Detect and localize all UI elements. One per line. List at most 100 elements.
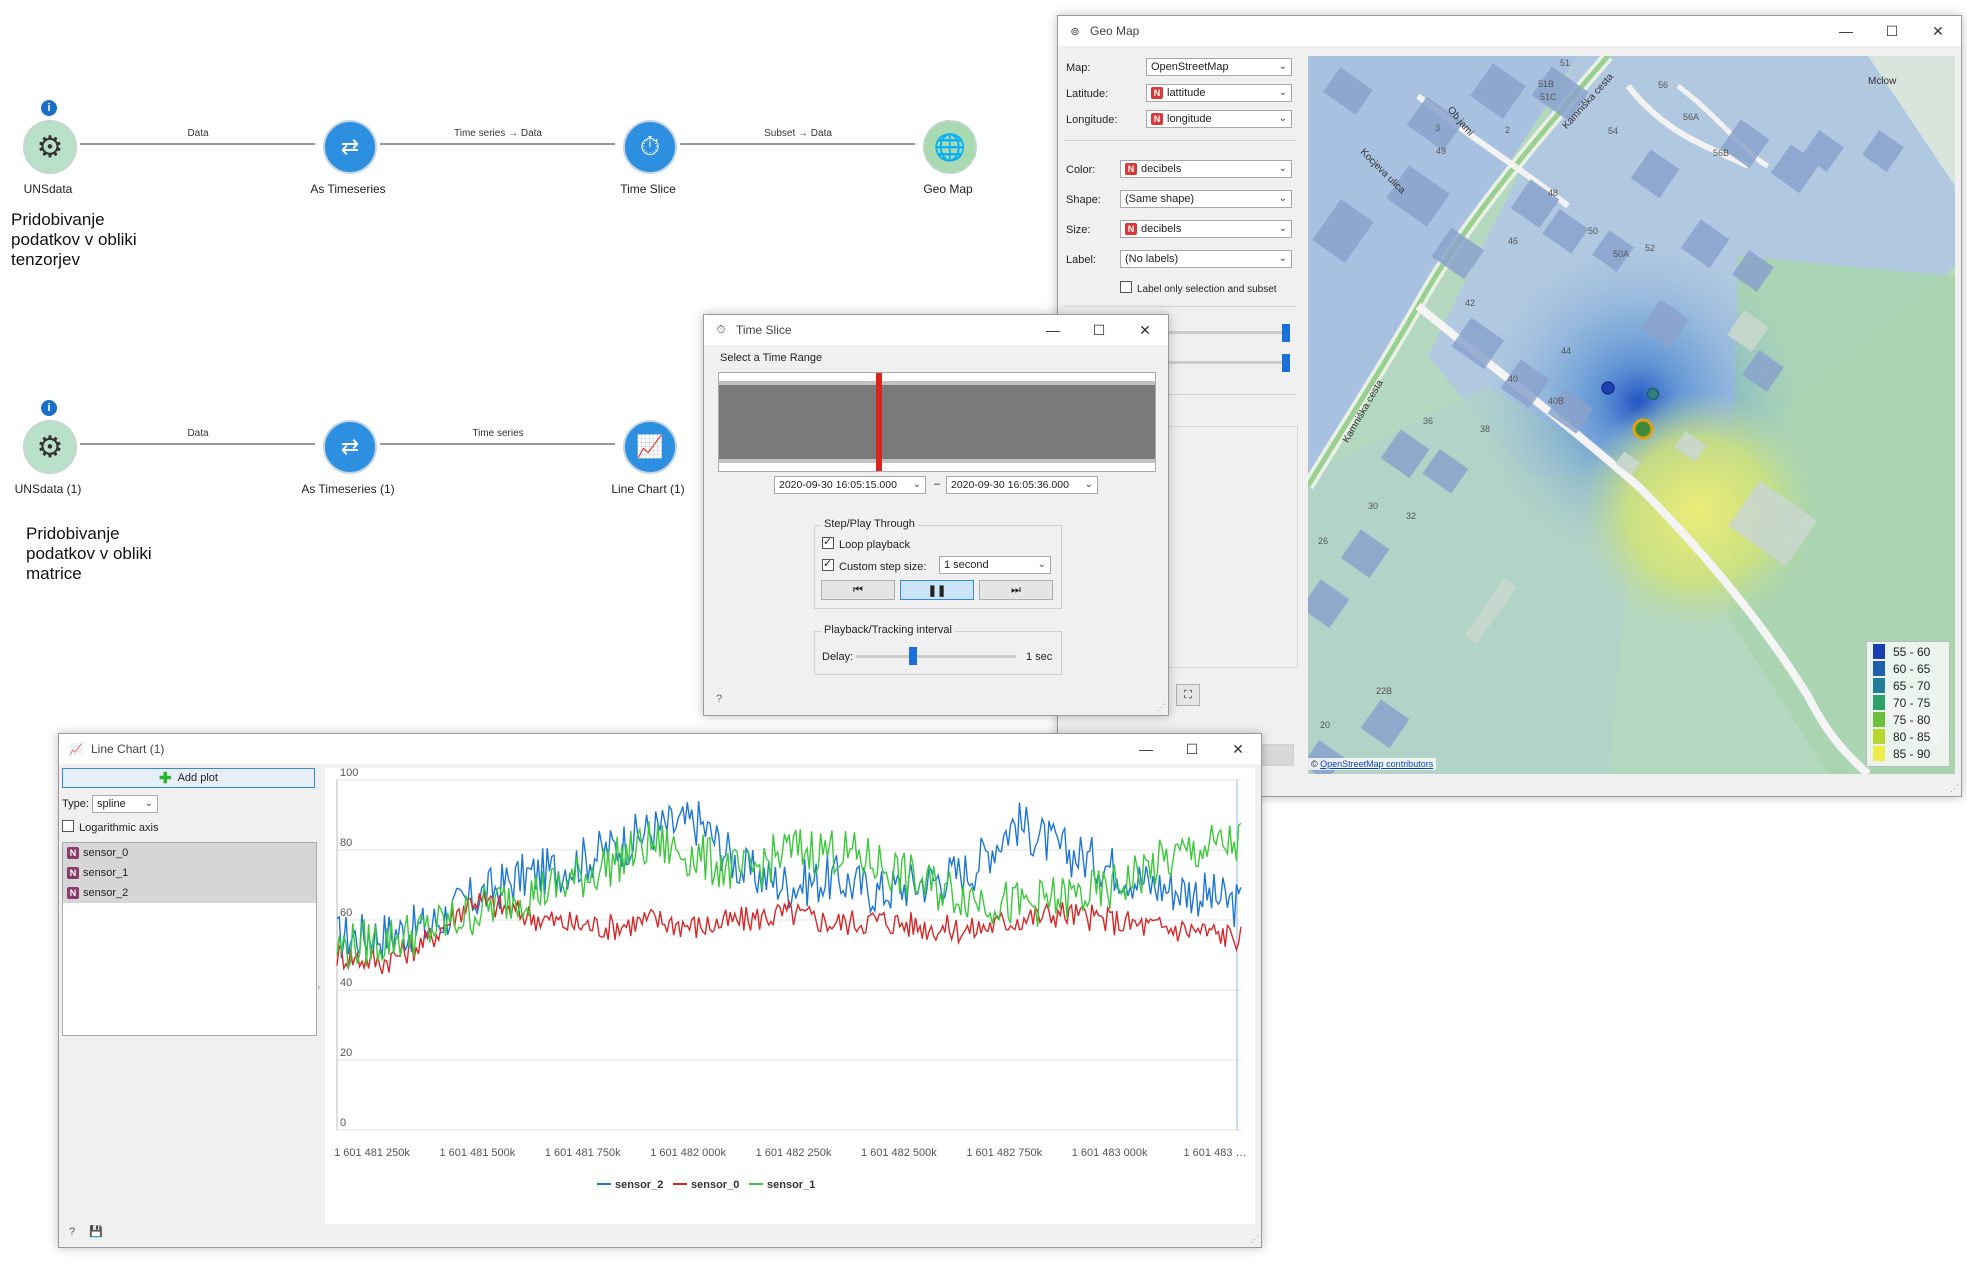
resize-grip-icon[interactable]: ⋰ <box>1157 702 1166 713</box>
map-point[interactable] <box>1632 418 1654 440</box>
divider <box>1064 306 1296 307</box>
house-number: 42 <box>1465 298 1476 308</box>
delay-slider-handle[interactable] <box>909 647 917 665</box>
line-chart[interactable]: 0204060801001 601 481 250k 1 601 481 500k… <box>325 768 1255 1224</box>
chart-area[interactable]: 0 20 40 60 80 100 1 601 481 250k 1 601 481 500k… <box>325 768 1255 1224</box>
title-bar[interactable]: 📈 Line Chart (1) — ☐ ✕ <box>59 734 1261 764</box>
loop-playback-checkbox[interactable]: Loop playback <box>822 535 910 551</box>
node-geo-map[interactable]: 🌐 <box>923 120 977 174</box>
slider-handle[interactable] <box>1282 354 1290 372</box>
stopwatch-icon: ⏱ <box>639 131 661 161</box>
resize-grip-icon[interactable]: ⋰ <box>1950 783 1959 794</box>
maximize-icon[interactable]: ☐ <box>1076 315 1122 345</box>
map-point[interactable] <box>1601 381 1615 395</box>
combo-value: decibels <box>1141 223 1182 235</box>
close-icon[interactable]: ✕ <box>1215 734 1261 764</box>
geo-map-window[interactable]: ⊚ Geo Map — ☐ ✕ Map: OpenStreetMap ⌄ Lati… <box>1057 15 1962 797</box>
house-number: 22B <box>1376 686 1393 696</box>
slider-handle[interactable] <box>1282 324 1290 342</box>
delay-value: 1 sec <box>1026 651 1053 663</box>
minimize-icon[interactable]: — <box>1030 315 1076 345</box>
map-select[interactable]: OpenStreetMap ⌄ <box>1146 58 1292 76</box>
node-label: Geo Map <box>923 182 973 196</box>
zoom-fit-button[interactable]: ⛶ <box>1176 684 1200 706</box>
checkbox[interactable] <box>822 557 834 571</box>
type-select[interactable]: spline ⌄ <box>92 795 158 813</box>
color-select[interactable]: Ndecibels ⌄ <box>1120 160 1292 178</box>
custom-step-checkbox[interactable]: Custom step size: <box>822 557 926 573</box>
time-range-selection[interactable] <box>876 373 882 471</box>
attribution-link[interactable]: OpenStreetMap contributors <box>1320 759 1433 769</box>
pause-button[interactable]: ❚❚ <box>900 580 974 600</box>
slider-track[interactable] <box>1168 331 1290 334</box>
slider-track[interactable] <box>1168 361 1290 364</box>
resize-grip-icon[interactable]: ⋰ <box>1250 1234 1259 1245</box>
latitude-select[interactable]: Nlattitude ⌄ <box>1146 84 1292 102</box>
minimize-icon[interactable]: — <box>1823 16 1869 46</box>
step-size-select[interactable]: 1 second ⌄ <box>939 556 1051 574</box>
map-view[interactable]: Kamniška cesta Kamniška cesta Ob jami Ko… <box>1308 56 1955 774</box>
workflow-note[interactable]: Pridobivanje podatkov v obliki tenzorjev <box>11 210 151 270</box>
close-icon[interactable]: ✕ <box>1122 315 1168 345</box>
info-icon[interactable]: i <box>41 400 57 416</box>
list-item[interactable]: Nsensor_1 <box>67 867 128 879</box>
map-canvas[interactable] <box>1308 56 1955 774</box>
gear-icon: ⚙ <box>36 130 64 164</box>
maximize-icon[interactable]: ☐ <box>1869 16 1915 46</box>
info-icon[interactable]: i <box>41 100 57 116</box>
house-number: 52 <box>1645 243 1656 253</box>
node-as-timeseries[interactable]: ⇄ <box>323 120 377 174</box>
save-icon[interactable]: 💾 <box>89 1225 103 1238</box>
help-icon[interactable]: ? <box>69 1226 75 1238</box>
size-select[interactable]: Ndecibels ⌄ <box>1120 220 1292 238</box>
shape-select[interactable]: (Same shape) ⌄ <box>1120 190 1292 208</box>
legend-swatch <box>1873 746 1885 761</box>
link-label: Subset → Data <box>764 128 832 139</box>
log-axis-checkbox[interactable]: Logarithmic axis <box>62 820 158 834</box>
maximize-icon[interactable]: ☐ <box>1169 734 1215 764</box>
house-number: 3 <box>1435 123 1441 133</box>
variable-list[interactable]: Nsensor_0 Nsensor_1 Nsensor_2 <box>62 842 317 1036</box>
close-icon[interactable]: ✕ <box>1915 16 1961 46</box>
legend-swatch <box>1873 661 1885 676</box>
time-range-plot[interactable] <box>718 372 1156 472</box>
minimize-icon[interactable]: — <box>1123 734 1169 764</box>
legend-label: sensor_2 <box>615 1179 663 1191</box>
node-as-timeseries-1[interactable]: ⇄ <box>323 420 377 474</box>
numeric-variable-icon: N <box>1151 87 1163 99</box>
time-range-band <box>719 459 1155 463</box>
step-back-button[interactable]: ⏮ <box>821 580 895 600</box>
longitude-select[interactable]: Nlongitude ⌄ <box>1146 110 1292 128</box>
node-line-chart-1[interactable]: 📈 <box>623 420 677 474</box>
x-tick-label: 1 601 482 000k <box>650 1147 726 1159</box>
link-label: Time series <box>472 428 524 439</box>
node-unsdata-1[interactable]: ⚙ <box>23 420 77 474</box>
help-icon[interactable]: ? <box>716 693 722 705</box>
list-item[interactable]: Nsensor_2 <box>67 887 128 899</box>
checkbox[interactable] <box>822 535 834 549</box>
step-forward-button[interactable]: ⏭ <box>979 580 1053 600</box>
map-point[interactable] <box>1646 387 1660 401</box>
legend-label: 85 - 90 <box>1893 746 1931 761</box>
list-item[interactable]: Nsensor_0 <box>67 847 128 859</box>
range-from-input[interactable]: 2020-09-30 16:05:15.000 ⌄ <box>774 476 926 494</box>
delay-slider-track[interactable] <box>856 655 1016 658</box>
series-line-sensor_1 <box>336 821 1242 968</box>
node-unsdata[interactable]: ⚙ <box>23 120 77 174</box>
title-bar[interactable]: ⏱ Time Slice — ☐ ✕ <box>704 315 1168 345</box>
time-slice-window[interactable]: ⏱ Time Slice — ☐ ✕ Select a Time Range 2… <box>703 314 1169 716</box>
node-label: UNSdata <box>23 182 73 196</box>
time-range-canvas[interactable] <box>719 373 1155 471</box>
title-bar[interactable]: ⊚ Geo Map — ☐ ✕ <box>1058 16 1961 46</box>
workflow-note[interactable]: Pridobivanje podatkov v obliki matrice <box>26 524 166 584</box>
node-time-slice[interactable]: ⏱ <box>623 120 677 174</box>
checkbox[interactable] <box>1120 281 1132 293</box>
range-to-input[interactable]: 2020-09-30 16:05:36.000 ⌄ <box>946 476 1098 494</box>
label-select[interactable]: (No labels) ⌄ <box>1120 250 1292 268</box>
add-plot-button[interactable]: ✚ Add plot <box>62 768 315 788</box>
chevron-down-icon: ⌄ <box>912 479 921 490</box>
label-only-checkbox[interactable]: Label only selection and subset <box>1120 281 1277 295</box>
checkbox[interactable] <box>62 820 74 832</box>
line-chart-window[interactable]: 📈 Line Chart (1) — ☐ ✕ ✚ Add plot Type: … <box>58 733 1262 1248</box>
collapse-arrow-icon[interactable]: › <box>317 982 320 993</box>
